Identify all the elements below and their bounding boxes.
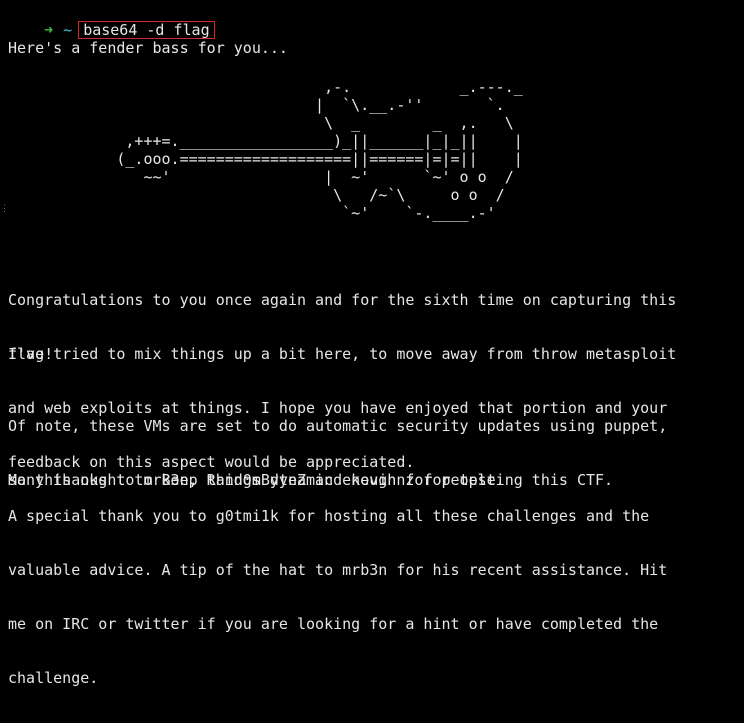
prompt-cwd: ~ bbox=[63, 21, 73, 39]
shell-prompt: ➜ ~ base64 -d flag bbox=[8, 3, 215, 39]
paragraph-line: Congratulations to you once again and fo… bbox=[8, 291, 677, 309]
prompt-arrow-icon: ➜ bbox=[44, 21, 54, 39]
paragraph-line: valuable advice. A tip of the hat to mrb… bbox=[8, 561, 668, 579]
ascii-bass-art: ,-. _.---._ | `\.__.-'' `. \ _ _ ,. \ ,+… bbox=[116, 78, 523, 222]
paragraph-line: challenge. bbox=[8, 669, 99, 687]
paragraph-line: A special thank you to g0tmi1k for hosti… bbox=[8, 507, 650, 525]
command-text[interactable]: base64 -d flag bbox=[78, 21, 215, 39]
paragraph-line: Of note, these VMs are set to do automat… bbox=[8, 417, 668, 435]
scrollbar-edge-icon: ⋮ bbox=[0, 204, 9, 214]
paragraph-line: me on IRC or twitter if you are looking … bbox=[8, 615, 659, 633]
paragraph-line: I've tried to mix things up a bit here, … bbox=[8, 345, 677, 363]
terminal-window[interactable]: ➜ ~ base64 -d flag Here's a fender bass fo… bbox=[0, 0, 744, 687]
intro-text: Here's a fender bass for you... bbox=[8, 39, 288, 57]
paragraph-special-thanks: A special thank you to g0tmi1k for hosti… bbox=[8, 471, 667, 723]
